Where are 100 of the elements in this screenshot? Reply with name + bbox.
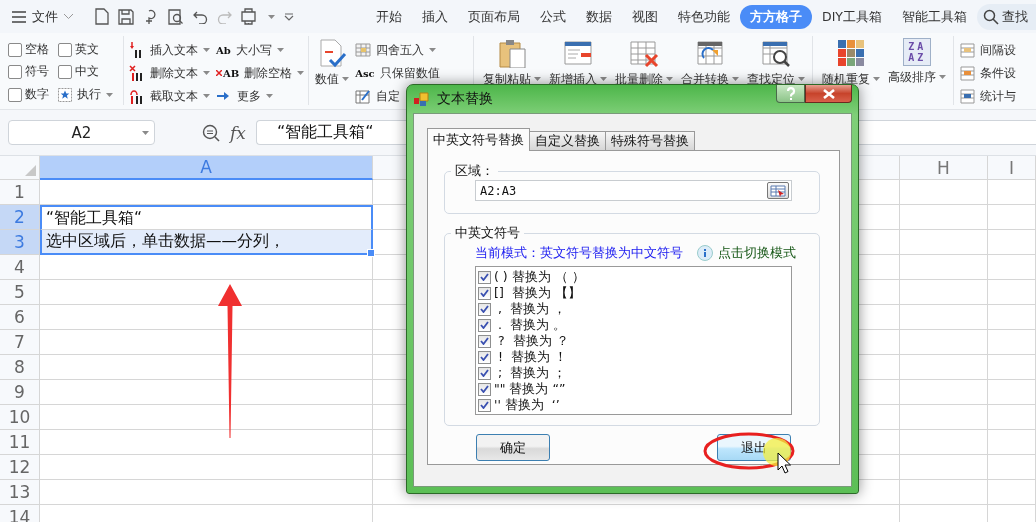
ribbon-button[interactable]: Ab 大小写 — [216, 41, 305, 59]
grid-cell[interactable] — [988, 280, 1036, 305]
ribbon-tab[interactable]: 开始 — [366, 4, 413, 29]
checkbox[interactable] — [478, 350, 491, 364]
grid-cell[interactable] — [900, 430, 988, 455]
grid-cell[interactable] — [40, 480, 373, 505]
grid-cell[interactable]: “智能工具箱“ — [40, 205, 373, 230]
grid-cell[interactable] — [988, 480, 1036, 505]
ribbon-tab[interactable]: 页面布局 — [458, 4, 531, 29]
grid-cell[interactable] — [40, 255, 373, 280]
row-header[interactable]: 11 — [0, 430, 40, 455]
dialog-tab[interactable]: 特殊符号替换 — [605, 131, 695, 150]
checkbox[interactable] — [478, 382, 491, 396]
row-header[interactable]: 6 — [0, 305, 40, 330]
function-label[interactable]: fx — [230, 122, 246, 143]
checkbox[interactable] — [478, 270, 491, 284]
save-icon[interactable] — [118, 8, 134, 25]
checkbox[interactable] — [478, 302, 491, 316]
ribbon-button[interactable]: 间隔设 — [960, 41, 1017, 59]
dialog-tab[interactable]: 自定义替换 — [529, 131, 606, 150]
close-button[interactable] — [805, 85, 852, 103]
grid-cell[interactable] — [988, 255, 1036, 280]
ribbon-button[interactable]: 新增插入 — [546, 36, 611, 105]
grid-cell[interactable] — [988, 205, 1036, 230]
file-menu-button[interactable]: 文件 — [10, 5, 75, 28]
grid-cell[interactable] — [900, 205, 988, 230]
grid-cell[interactable] — [988, 455, 1036, 480]
row-header[interactable]: 13 — [0, 480, 40, 505]
ribbon-tab[interactable]: 插入 — [412, 4, 459, 29]
ribbon-button[interactable]: 插入文本 — [129, 41, 210, 59]
ribbon-button[interactable]: 截取文本 — [129, 87, 210, 105]
ribbon-button[interactable]: 随机重复 — [819, 36, 884, 105]
grid-cell[interactable] — [988, 355, 1036, 380]
grid-cell[interactable] — [900, 355, 988, 380]
option-checkbox[interactable]: 符号 — [8, 63, 51, 80]
range-picker-button[interactable] — [767, 182, 789, 199]
grid-cell[interactable] — [900, 305, 988, 330]
range-field[interactable]: A2:A3 — [475, 180, 792, 201]
search-button[interactable]: 查找 — [977, 3, 1036, 30]
printer-icon[interactable] — [241, 8, 259, 25]
ribbon-button[interactable]: Asc 只保留数值 — [355, 64, 440, 82]
grid-cell[interactable] — [900, 180, 988, 205]
ribbon-button[interactable]: 批量删除 — [612, 36, 677, 105]
ribbon-button[interactable]: 四舍五入 — [355, 41, 440, 59]
grid-cell[interactable] — [900, 480, 988, 505]
name-box[interactable]: A2 — [8, 120, 155, 145]
grid-cell[interactable] — [988, 405, 1036, 430]
option-checkbox[interactable]: 中文 — [58, 63, 115, 80]
dialog-tab[interactable]: 中英文符号替换 — [427, 128, 530, 151]
checkbox[interactable] — [478, 398, 491, 412]
dialog-button[interactable]: 确定 — [476, 434, 550, 461]
grid-cell[interactable]: 选中区域后，单击数据——分列， — [40, 230, 373, 255]
grid-cell[interactable] — [988, 230, 1036, 255]
row-header[interactable]: 10 — [0, 405, 40, 430]
run-button[interactable]: 执行 — [58, 85, 115, 104]
option-checkbox[interactable]: 数字 — [8, 85, 51, 104]
row-header[interactable]: 12 — [0, 455, 40, 480]
ribbon-tab[interactable]: 公式 — [530, 4, 577, 29]
grid-cell[interactable] — [988, 305, 1036, 330]
ribbon-button[interactable]: 查找定位 — [744, 36, 809, 105]
undo-icon[interactable] — [193, 9, 208, 24]
row-header[interactable]: 7 — [0, 330, 40, 355]
option-checkbox[interactable]: 空格 — [8, 41, 51, 58]
grid-cell[interactable] — [900, 280, 988, 305]
ribbon-button[interactable]: 条件设 — [960, 64, 1017, 82]
grid-cell[interactable] — [900, 330, 988, 355]
option-checkbox[interactable]: 英文 — [58, 41, 115, 58]
ribbon-tab[interactable]: 视图 — [622, 4, 669, 29]
checkbox[interactable] — [478, 318, 491, 332]
ribbon-button[interactable]: 更多 — [216, 87, 305, 105]
checkbox[interactable] — [478, 286, 491, 300]
ribbon-button[interactable]: AB 删除空格 — [216, 64, 305, 82]
redo-icon[interactable] — [217, 9, 232, 24]
grid-cell[interactable] — [40, 455, 373, 480]
grid-cell[interactable] — [40, 430, 373, 455]
fill-handle[interactable] — [367, 249, 375, 257]
row-header[interactable]: 4 — [0, 255, 40, 280]
select-all-icon[interactable] — [25, 165, 36, 176]
row-header[interactable]: 9 — [0, 380, 40, 405]
grid-cell[interactable] — [988, 180, 1036, 205]
ribbon-button[interactable]: 删除文本 — [129, 64, 210, 82]
column-header[interactable]: H — [900, 156, 988, 180]
grid-cell[interactable] — [900, 405, 988, 430]
row-header[interactable]: 5 — [0, 280, 40, 305]
grid-cell[interactable] — [988, 380, 1036, 405]
new-document-icon[interactable] — [95, 8, 109, 25]
ribbon-tab[interactable]: DIY工具箱 — [812, 4, 892, 29]
switch-mode-link[interactable]: 点击切换模式 — [718, 244, 796, 262]
row-header[interactable]: 1 — [0, 180, 40, 205]
zoom-icon[interactable] — [202, 123, 220, 142]
ribbon-button[interactable]: 统计与 — [960, 87, 1017, 105]
chevron-down-icon[interactable] — [284, 12, 294, 21]
help-button[interactable] — [776, 85, 805, 103]
grid-cell[interactable] — [900, 380, 988, 405]
ribbon-tab[interactable]: 特色功能 — [668, 4, 741, 29]
preview-icon[interactable] — [168, 8, 184, 25]
ribbon-button[interactable]: 合并转换 — [678, 36, 743, 105]
ribbon-button[interactable]: ZA AZ 高级排序 — [885, 36, 950, 105]
ribbon-tab[interactable]: 数据 — [576, 4, 623, 29]
row-header[interactable]: 8 — [0, 355, 40, 380]
